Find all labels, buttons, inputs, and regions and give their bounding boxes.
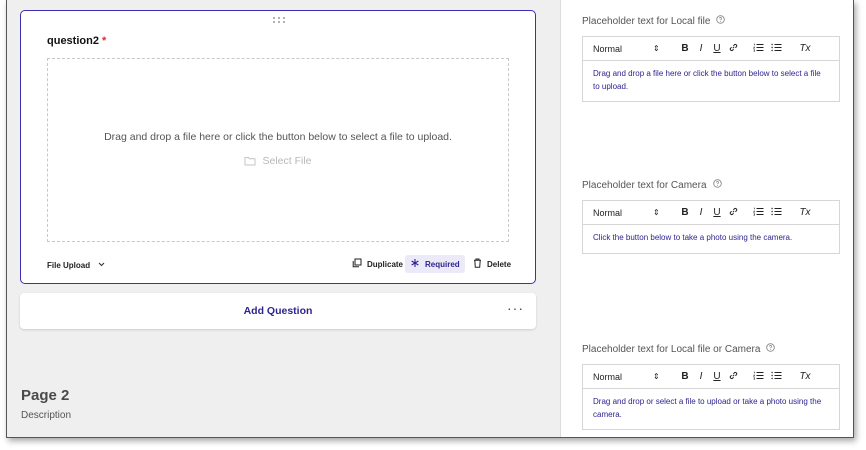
section-label-text: Placeholder text for Camera [582, 179, 707, 191]
duplicate-label: Duplicate [367, 259, 404, 269]
ordered-list-icon[interactable] [749, 371, 767, 382]
rich-text-editor: Normal ⇕ B I U Tx Drag and d [582, 364, 840, 430]
asterisk-icon [410, 258, 420, 270]
section-label-text: Placeholder text for Local file [582, 15, 711, 27]
required-label: Required [425, 259, 460, 269]
link-icon[interactable] [725, 371, 741, 382]
editor-content[interactable]: Drag and drop or select a file to upload… [583, 389, 839, 429]
page-title[interactable]: Page 2 [21, 387, 69, 404]
delete-label: Delete [487, 259, 512, 269]
editor-content[interactable]: Click the button below to take a photo u… [583, 225, 839, 253]
duplicate-icon [352, 258, 362, 270]
section-label-text: Placeholder text for Local file or Camer… [582, 343, 761, 355]
ordered-list-icon[interactable] [749, 207, 767, 218]
placeholder-camera-section: Placeholder text for Camera Normal ⇕ B I… [582, 178, 840, 254]
placeholder-local-file-section: Placeholder text for Local file Normal ⇕… [582, 14, 840, 102]
question-type-dropdown[interactable]: File Upload [47, 260, 105, 270]
bold-button[interactable]: B [677, 371, 693, 382]
bold-button[interactable]: B [677, 207, 693, 218]
bullet-list-icon[interactable] [767, 43, 785, 54]
clear-format-button[interactable]: Tx [797, 43, 813, 54]
updown-icon[interactable]: ⇕ [653, 44, 667, 53]
required-star: * [101, 35, 107, 47]
clear-format-button[interactable]: Tx [797, 207, 813, 218]
folder-icon [244, 156, 256, 169]
select-file-button[interactable]: Select File [48, 155, 508, 169]
select-file-label: Select File [262, 155, 312, 167]
link-icon[interactable] [725, 43, 741, 54]
rich-text-editor: Normal ⇕ B I U Tx Click the button below… [582, 200, 840, 254]
clear-format-button[interactable]: Tx [797, 371, 813, 382]
duplicate-button[interactable]: Duplicate [347, 255, 408, 273]
format-select[interactable]: Normal [593, 372, 653, 382]
editor-toolbar: Normal ⇕ B I U Tx [583, 37, 839, 61]
underline-button[interactable]: U [709, 43, 725, 54]
more-options-icon[interactable]: ··· [507, 300, 524, 316]
editor-content[interactable]: Drag and drop a file here or click the b… [583, 61, 839, 101]
chevron-down-icon [98, 260, 105, 269]
placeholder-local-or-camera-section: Placeholder text for Local file or Camer… [582, 342, 840, 430]
dropzone-text: Drag and drop a file here or click the b… [104, 131, 452, 143]
drag-handle-icon[interactable] [273, 17, 285, 25]
section-label: Placeholder text for Local file [582, 14, 840, 28]
italic-button[interactable]: I [693, 207, 709, 218]
question-card[interactable]: question2 * Drag and drop a file here or … [20, 10, 536, 284]
help-icon[interactable] [712, 179, 722, 191]
ordered-list-icon[interactable] [749, 43, 767, 54]
updown-icon[interactable]: ⇕ [653, 208, 667, 217]
question-title-text[interactable]: question2 [47, 35, 99, 47]
add-question-bar: Add Question ··· [20, 293, 536, 329]
editor-toolbar: Normal ⇕ B I U Tx [583, 201, 839, 225]
bullet-list-icon[interactable] [767, 207, 785, 218]
trash-icon [473, 258, 482, 270]
app-frame: question2 * Drag and drop a file here or … [6, 0, 854, 438]
format-select[interactable]: Normal [593, 208, 653, 218]
settings-panel: Placeholder text for Local file Normal ⇕… [562, 0, 853, 437]
italic-button[interactable]: I [693, 371, 709, 382]
help-icon[interactable] [716, 15, 726, 27]
file-dropzone[interactable]: Drag and drop a file here or click the b… [47, 58, 509, 242]
section-label: Placeholder text for Local file or Camer… [582, 342, 840, 356]
rich-text-editor: Normal ⇕ B I U Tx Drag and d [582, 36, 840, 102]
underline-button[interactable]: U [709, 207, 725, 218]
form-canvas: question2 * Drag and drop a file here or … [7, 0, 561, 437]
editor-toolbar: Normal ⇕ B I U Tx [583, 365, 839, 389]
bold-button[interactable]: B [677, 43, 693, 54]
add-question-button[interactable]: Add Question [20, 305, 536, 317]
updown-icon[interactable]: ⇕ [653, 372, 667, 381]
help-icon[interactable] [766, 343, 776, 355]
question-title[interactable]: question2 * [47, 35, 106, 47]
format-select[interactable]: Normal [593, 44, 653, 54]
question-footer: File Upload Duplicate Required Delete [47, 255, 511, 273]
section-label: Placeholder text for Camera [582, 178, 840, 192]
bullet-list-icon[interactable] [767, 371, 785, 382]
underline-button[interactable]: U [709, 371, 725, 382]
required-toggle[interactable]: Required [405, 255, 465, 273]
italic-button[interactable]: I [693, 43, 709, 54]
delete-button[interactable]: Delete [468, 255, 516, 273]
page-description[interactable]: Description [21, 410, 71, 421]
question-type-label: File Upload [47, 261, 91, 270]
link-icon[interactable] [725, 207, 741, 218]
